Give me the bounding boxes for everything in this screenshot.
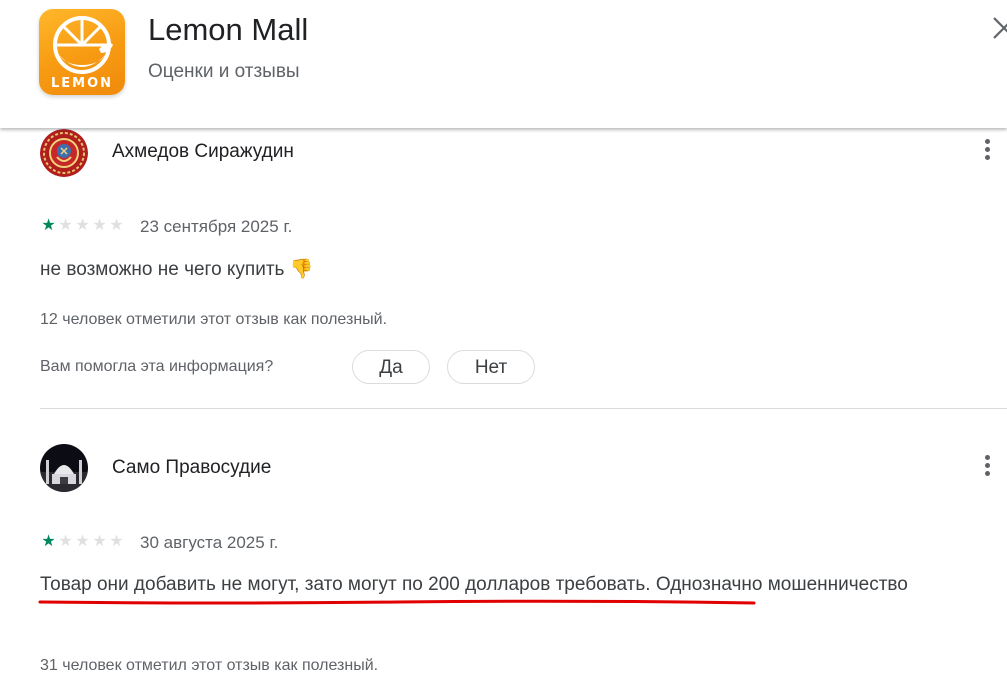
star-empty-icon: ★ — [58, 215, 73, 234]
helpful-question: Вам помогла эта информация? — [40, 358, 274, 375]
lemon-app-icon: LEMON — [39, 9, 125, 95]
close-icon — [993, 17, 1007, 39]
star-empty-icon: ★ — [109, 215, 124, 234]
page-subtitle: Оценки и отзывы — [148, 61, 300, 82]
review-text-highlighted: Товар они добавить не могут, зато могут … — [40, 574, 651, 595]
app-icon-label: LEMON — [50, 76, 114, 91]
review-text-rest: Однозначно мошенничество — [650, 574, 908, 595]
reviews-list[interactable]: Ахмедов Сиражудин ★ ★ ★ ★ ★ 23 сентября 2025… — [0, 128, 1007, 696]
reviewer-name: Само Правосудие — [112, 457, 272, 478]
review-divider — [40, 408, 1007, 409]
star-filled-icon: ★ — [41, 215, 56, 234]
star-rating: ★ ★ ★ ★ ★ — [40, 532, 125, 550]
more-vert-dot — [984, 471, 990, 476]
star-filled-icon: ★ — [41, 531, 56, 550]
review-date: 30 августа 2025 г. — [140, 533, 279, 552]
close-button[interactable] — [990, 14, 1007, 42]
review-text: не возможно не чего купить 👎 — [40, 254, 940, 285]
star-rating: ★ ★ ★ ★ ★ — [40, 216, 125, 234]
more-vert-dot — [984, 463, 990, 468]
app-header: LEMON Lemon Mall Оценки и отзывы — [0, 0, 1007, 128]
helpful-no-button[interactable]: Нет — [447, 350, 535, 384]
helpful-count: 12 человек отметили этот отзыв как полез… — [40, 311, 388, 328]
star-empty-icon: ★ — [92, 215, 107, 234]
thumbs-down-icon: 👎 — [289, 258, 314, 280]
review-date: 23 сентября 2025 г. — [140, 217, 293, 236]
star-empty-icon: ★ — [109, 531, 124, 550]
app-title: Lemon Mall — [148, 12, 309, 47]
star-empty-icon: ★ — [92, 531, 107, 550]
more-options-button[interactable] — [976, 136, 998, 170]
star-empty-icon: ★ — [58, 531, 73, 550]
more-vert-icon — [984, 139, 990, 144]
helpful-count: 31 человек отметил этот отзыв как полезн… — [40, 657, 379, 674]
review-text: Товар они добавить не могут, зато могут … — [40, 570, 940, 600]
more-vert-dot — [984, 155, 990, 160]
emblem-avatar — [40, 129, 88, 177]
review-text-body: не возможно не чего купить — [40, 259, 285, 280]
more-options-button[interactable] — [976, 452, 998, 486]
star-empty-icon: ★ — [75, 215, 90, 234]
more-vert-icon — [984, 455, 990, 460]
reviewer-name: Ахмедов Сиражудин — [112, 141, 294, 162]
star-empty-icon: ★ — [75, 531, 90, 550]
red-underline-annotation — [38, 599, 756, 605]
more-vert-dot — [984, 147, 990, 152]
helpful-yes-button[interactable]: Да — [352, 350, 430, 384]
mosque-avatar — [40, 444, 88, 492]
